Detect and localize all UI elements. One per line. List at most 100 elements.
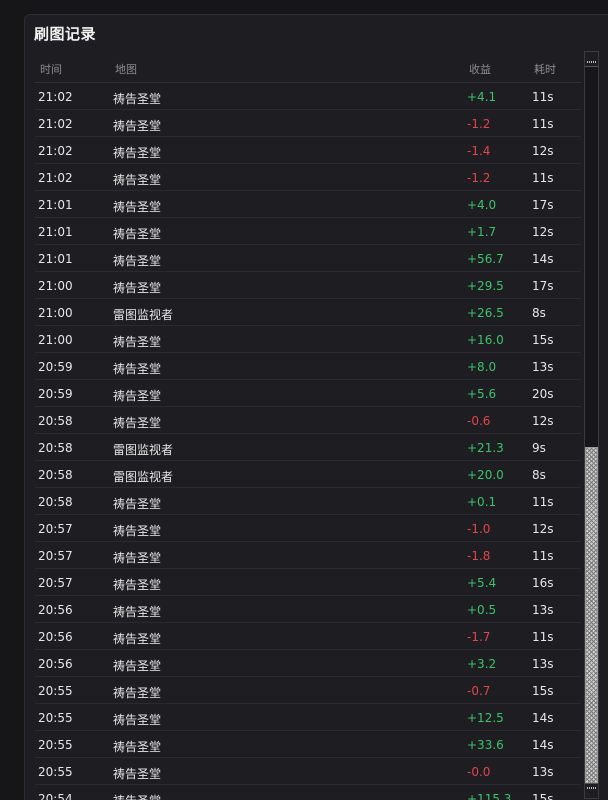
scrollbar-track[interactable] [585, 66, 598, 784]
cell-time: 20:55 [38, 684, 73, 698]
table-row[interactable]: 20:55 祷告圣堂 +12.5 14s [35, 704, 581, 731]
cell-map: 祷告圣堂 [113, 119, 162, 133]
vertical-scrollbar[interactable] [584, 51, 599, 799]
cell-time: 21:02 [38, 117, 73, 131]
cell-gain: +12.5 [467, 711, 504, 725]
cell-gain: +20.0 [467, 468, 504, 482]
cell-map: 祷告圣堂 [113, 389, 162, 403]
cell-time: 20:57 [38, 522, 73, 536]
cell-map: 祷告圣堂 [113, 92, 162, 106]
table-row[interactable]: 21:02 祷告圣堂 -1.4 12s [35, 137, 581, 164]
cell-duration: 8s [532, 468, 546, 482]
cell-gain: -0.6 [467, 414, 491, 428]
cell-time: 21:00 [38, 279, 73, 293]
table-row[interactable]: 20:59 祷告圣堂 +8.0 13s [35, 353, 581, 380]
cell-gain: +3.2 [467, 657, 497, 671]
cell-gain: -1.7 [467, 630, 491, 644]
cell-gain: -1.2 [467, 117, 491, 131]
cell-map: 祷告圣堂 [113, 578, 162, 592]
cell-duration: 15s [532, 684, 554, 698]
table-row[interactable]: 21:00 祷告圣堂 +16.0 15s [35, 326, 581, 353]
cell-time: 21:01 [38, 198, 73, 212]
cell-duration: 12s [532, 144, 554, 158]
table-row[interactable]: 21:00 雷图监视者 +26.5 8s [35, 299, 581, 326]
cell-map: 祷告圣堂 [113, 713, 162, 727]
table-row[interactable]: 21:01 祷告圣堂 +56.7 14s [35, 245, 581, 272]
cell-gain: -1.4 [467, 144, 491, 158]
cell-map: 雷图监视者 [113, 443, 174, 457]
cell-duration: 13s [532, 603, 554, 617]
table-row[interactable]: 20:57 祷告圣堂 -1.0 12s [35, 515, 581, 542]
cell-time: 20:57 [38, 549, 73, 563]
cell-gain: -1.0 [467, 522, 491, 536]
cell-duration: 8s [532, 306, 546, 320]
table-row[interactable]: 20:57 祷告圣堂 +5.4 16s [35, 569, 581, 596]
table-row[interactable]: 21:02 祷告圣堂 -1.2 11s [35, 110, 581, 137]
table-row[interactable]: 20:56 祷告圣堂 +3.2 13s [35, 650, 581, 677]
cell-map: 祷告圣堂 [113, 524, 162, 538]
cell-map: 祷告圣堂 [113, 227, 162, 241]
scroll-down-arrow-icon[interactable] [585, 783, 598, 798]
cell-gain: -0.0 [467, 765, 491, 779]
table-row[interactable]: 20:58 雷图监视者 +20.0 8s [35, 461, 581, 488]
table-row[interactable]: 20:55 祷告圣堂 -0.7 15s [35, 677, 581, 704]
table-row[interactable]: 21:02 祷告圣堂 +4.1 11s [35, 83, 581, 110]
table-row[interactable]: 21:01 祷告圣堂 +1.7 12s [35, 218, 581, 245]
cell-time: 20:56 [38, 657, 73, 671]
scrollbar-thumb[interactable] [585, 447, 598, 784]
cell-time: 20:59 [38, 360, 73, 374]
cell-duration: 14s [532, 738, 554, 752]
cell-duration: 11s [532, 630, 554, 644]
panel-title: 刷图记录 [34, 25, 97, 43]
cell-duration: 12s [532, 522, 554, 536]
cell-map: 祷告圣堂 [113, 659, 162, 673]
table-row[interactable]: 20:55 祷告圣堂 -0.0 13s [35, 758, 581, 785]
table-header: 时间 地图 收益 耗时 [35, 55, 581, 83]
table-row[interactable]: 21:00 祷告圣堂 +29.5 17s [35, 272, 581, 299]
cell-gain: -1.2 [467, 171, 491, 185]
table-row[interactable]: 20:54祷告圣堂+115.315s [35, 785, 581, 800]
cell-duration: 12s [532, 414, 554, 428]
cell-duration: 12s [532, 225, 554, 239]
table-row[interactable]: 20:58 祷告圣堂 +0.1 11s [35, 488, 581, 515]
cell-map: 祷告圣堂 [113, 173, 162, 187]
table-row[interactable]: 20:57 祷告圣堂 -1.8 11s [35, 542, 581, 569]
cell-time: 20:59 [38, 387, 73, 401]
cell-gain: +21.3 [467, 441, 504, 455]
cell-time: 21:02 [38, 171, 73, 185]
column-header-duration: 耗时 [534, 63, 556, 76]
cell-map: 祷告圣堂 [113, 200, 162, 214]
cell-time: 20:56 [38, 630, 73, 644]
cell-time: 20:57 [38, 576, 73, 590]
table-row[interactable]: 21:01 祷告圣堂 +4.0 17s [35, 191, 581, 218]
table-row[interactable]: 20:58 雷图监视者 +21.3 9s [35, 434, 581, 461]
record-list[interactable]: 21:02 祷告圣堂 +4.1 11s 21:02 祷告圣堂 -1.2 11s 21:02 祷告圣… [35, 83, 581, 800]
table-row[interactable]: 20:58 祷告圣堂 -0.6 12s [35, 407, 581, 434]
cell-map: 祷告圣堂 [113, 740, 162, 754]
scroll-up-arrow-icon[interactable] [585, 52, 598, 67]
run-record-panel: 刷图记录 时间 地图 收益 耗时 21:02 祷告圣堂 +4.1 11s 21:02 祷告… [24, 14, 608, 800]
table-row[interactable]: 20:56 祷告圣堂 -1.7 11s [35, 623, 581, 650]
cell-time: 21:02 [38, 144, 73, 158]
cell-duration: 13s [532, 765, 554, 779]
cell-time: 20:58 [38, 441, 73, 455]
cell-gain: +29.5 [467, 279, 504, 293]
table-row[interactable]: 20:59 祷告圣堂 +5.6 20s [35, 380, 581, 407]
cell-map: 祷告圣堂 [113, 254, 162, 268]
table-row[interactable]: 20:56 祷告圣堂 +0.5 13s [35, 596, 581, 623]
cell-map: 雷图监视者 [113, 308, 174, 322]
table-row[interactable]: 20:55 祷告圣堂 +33.6 14s [35, 731, 581, 758]
cell-map: 祷告圣堂 [113, 632, 162, 646]
cell-duration: 11s [532, 495, 554, 509]
column-header-gain: 收益 [469, 63, 491, 76]
cell-time: 20:56 [38, 603, 73, 617]
cell-time: 21:01 [38, 225, 73, 239]
cell-map: 祷告圣堂 [113, 335, 162, 349]
cell-gain: +8.0 [467, 360, 497, 374]
cell-duration: 14s [532, 252, 554, 266]
cell-gain: +56.7 [467, 252, 504, 266]
cell-gain: +4.1 [467, 90, 497, 104]
cell-map: 祷告圣堂 [113, 497, 162, 511]
cell-time: 21:00 [38, 306, 73, 320]
table-row[interactable]: 21:02 祷告圣堂 -1.2 11s [35, 164, 581, 191]
